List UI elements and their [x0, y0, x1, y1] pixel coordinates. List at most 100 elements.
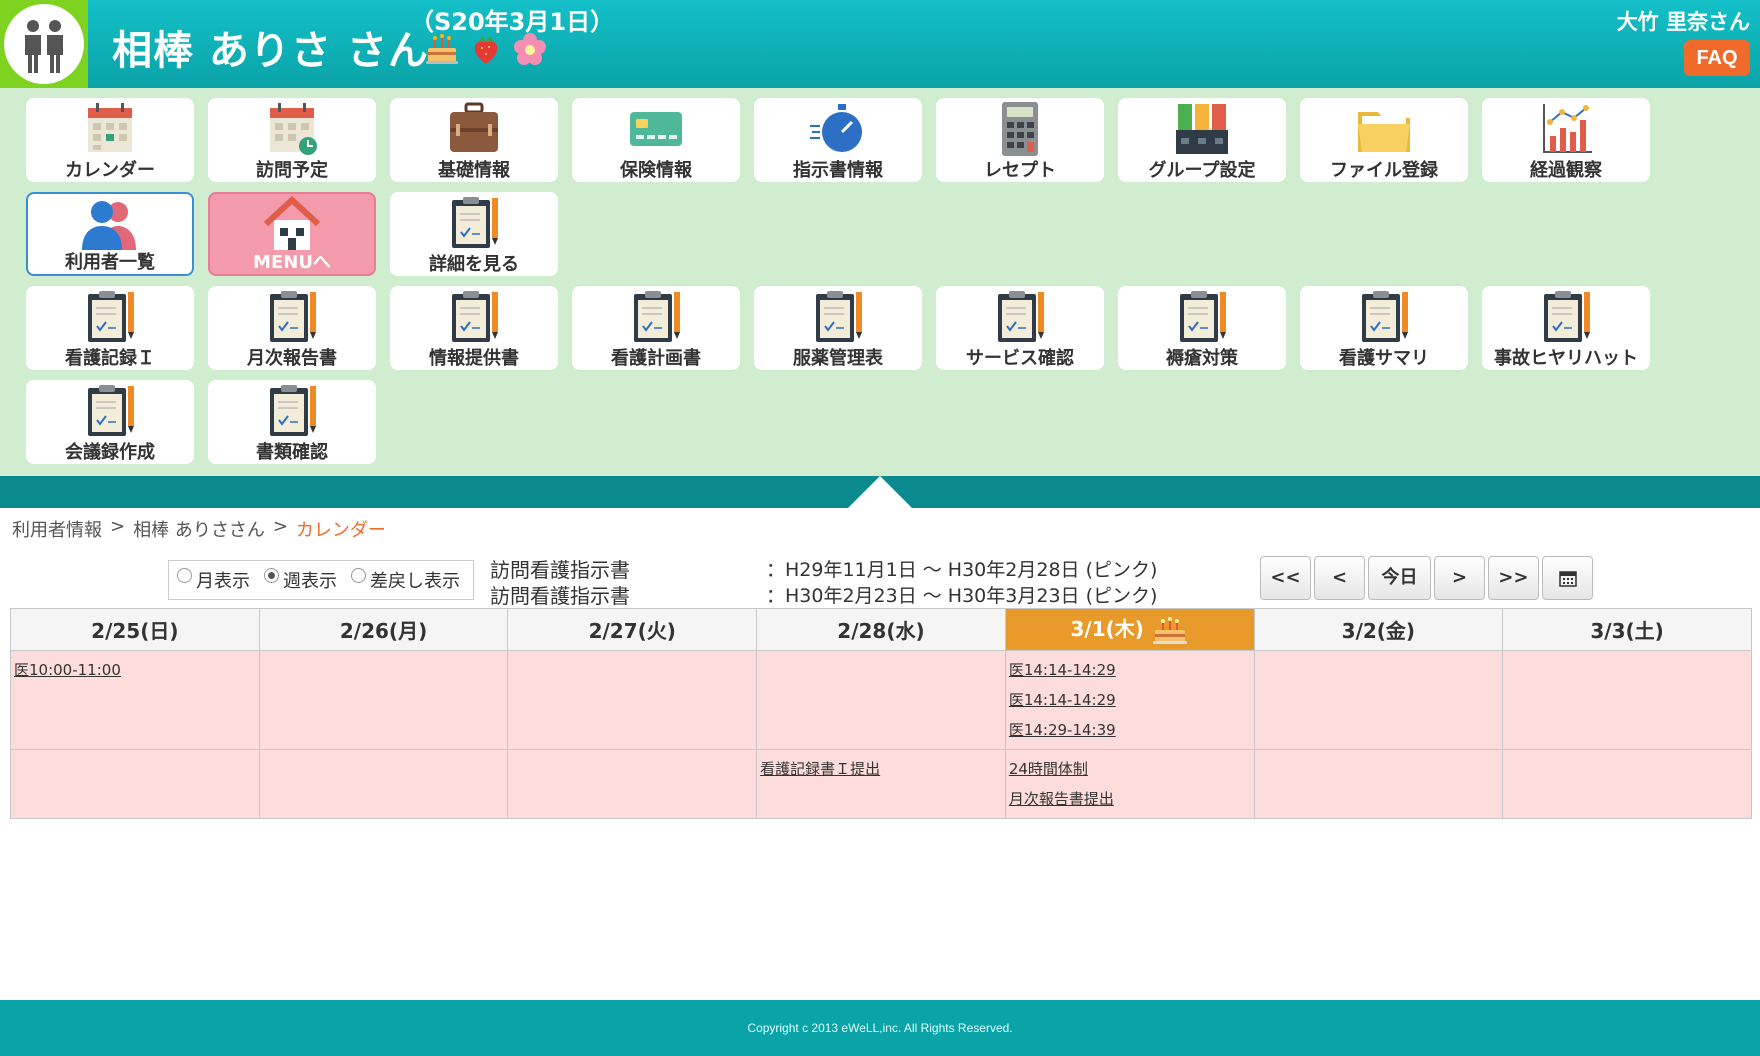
menu-service-check-button[interactable]: サービス確認	[936, 286, 1104, 370]
people-logo-icon[interactable]	[4, 4, 84, 84]
week-calendar: 2/25(日) 2/26(月) 2/27(火) 2/28(水) 3/1(木) 3…	[10, 608, 1752, 819]
week-view-option[interactable]: 週表示	[264, 567, 337, 593]
menu-group-settings-button[interactable]: グループ設定	[1118, 98, 1286, 182]
month-view-option[interactable]: 月表示	[177, 567, 250, 593]
menu-label: 褥瘡対策	[1166, 348, 1238, 369]
clipboard-icon	[1544, 291, 1590, 342]
menu-label: 服薬管理表	[793, 348, 883, 369]
menu-visit-schedule-button[interactable]: 訪問予定	[208, 98, 376, 182]
clipboard-icon	[452, 291, 498, 342]
menu-file-register-button[interactable]: ファイル登録	[1300, 98, 1468, 182]
month-view-label: 月表示	[196, 571, 250, 592]
clipboard-icon	[1362, 291, 1408, 342]
menu-label: MENUへ	[253, 252, 331, 273]
menu-label: 指示書情報	[793, 160, 883, 181]
calendar-header-row: 2/25(日) 2/26(月) 2/27(火) 2/28(水) 3/1(木) 3…	[10, 608, 1752, 651]
menu-receipt-button[interactable]: レセプト	[936, 98, 1104, 182]
menu-info-provision-button[interactable]: 情報提供書	[390, 286, 558, 370]
birthday-icons	[424, 32, 548, 66]
menu-nursing-plan-button[interactable]: 看護計画書	[572, 286, 740, 370]
day-cell[interactable]	[1253, 749, 1504, 819]
menu-user-list-button[interactable]: 利用者一覧	[26, 192, 194, 276]
day-cell[interactable]	[1502, 650, 1752, 750]
collapse-notch[interactable]	[848, 476, 912, 508]
day-cell[interactable]	[1253, 650, 1504, 750]
day-cell[interactable]	[507, 650, 758, 750]
breadcrumb-patient[interactable]: 相棒 ありささん	[133, 516, 265, 542]
breadcrumb-user-info[interactable]: 利用者情報	[12, 516, 102, 542]
menu-instruction-info-button[interactable]: 指示書情報	[754, 98, 922, 182]
menu-label: 経過観察	[1530, 160, 1602, 181]
returned-view-option[interactable]: 差戻し表示	[351, 567, 460, 593]
menu-calendar-button[interactable]: カレンダー	[26, 98, 194, 182]
faq-button[interactable]: FAQ	[1684, 40, 1750, 76]
menu-minutes-button[interactable]: 会議録作成	[26, 380, 194, 464]
day-cell[interactable]	[258, 650, 509, 750]
menu-label: 訪問予定	[256, 160, 328, 181]
menu-details-button[interactable]: 詳細を見る	[390, 192, 558, 276]
prev-week-button[interactable]: <	[1314, 556, 1365, 600]
breadcrumb: 利用者情報 > 相棒 ありささん > カレンダー	[12, 516, 386, 542]
day-cell[interactable]	[507, 749, 758, 819]
menu-label: 利用者一覧	[65, 252, 155, 273]
visit-event-link[interactable]: 医10:00-11:00	[14, 655, 256, 685]
visit-event-link[interactable]: 医14:14-14:29	[1009, 685, 1251, 715]
menu-panel: カレンダー 訪問予定 基礎情報 保険情報 指示書情報 レセプト グループ設定 フ…	[0, 88, 1760, 476]
day-cell[interactable]	[1502, 749, 1752, 819]
task-row: 看護記録書Ｉ提出 24時間体制 月次報告書提出	[10, 749, 1752, 819]
copyright-text: Copyright c 2013 eWeLL,inc. All Rights R…	[747, 1021, 1013, 1035]
returned-view-radio[interactable]	[351, 567, 366, 583]
day-cell[interactable]: 24時間体制 月次報告書提出	[1004, 749, 1255, 819]
cake-icon	[1152, 616, 1187, 644]
menu-label: 基礎情報	[438, 160, 510, 181]
menu-insurance-info-button[interactable]: 保険情報	[572, 98, 740, 182]
menu-label: サービス確認	[966, 348, 1074, 369]
task-link[interactable]: 24時間体制	[1009, 754, 1251, 784]
menu-medication-button[interactable]: 服薬管理表	[754, 286, 922, 370]
menu-document-check-button[interactable]: 書類確認	[208, 380, 376, 464]
menu-incident-report-button[interactable]: 事故ヒヤリハット	[1482, 286, 1650, 370]
task-link[interactable]: 月次報告書提出	[1009, 784, 1251, 814]
instruction-range: ：H30年2月23日 ～ H30年3月23日 (ピンク)	[766, 585, 1158, 607]
today-button[interactable]: 今日	[1368, 556, 1431, 600]
day-cell[interactable]	[258, 749, 509, 819]
week-view-radio[interactable]	[264, 567, 279, 583]
day-cell[interactable]: 看護記録書Ｉ提出	[756, 749, 1006, 819]
clipboard-icon	[816, 291, 862, 342]
menu-label: ファイル登録	[1330, 160, 1438, 181]
stopwatch-icon	[810, 104, 862, 152]
cake-icon	[426, 34, 458, 64]
next-week-button[interactable]: >	[1434, 556, 1485, 600]
today-date: 3/1(木)	[1070, 617, 1144, 642]
footer: Copyright c 2013 eWeLL,inc. All Rights R…	[0, 1000, 1760, 1056]
day-cell[interactable]	[756, 650, 1006, 750]
menu-label: 事故ヒヤリハット	[1494, 348, 1638, 369]
day-header: 2/25(日)	[10, 608, 260, 651]
task-link[interactable]: 看護記録書Ｉ提出	[760, 754, 1002, 784]
menu-basic-info-button[interactable]: 基礎情報	[390, 98, 558, 182]
house-icon	[263, 196, 321, 250]
menu-nursing-summary-button[interactable]: 看護サマリ	[1300, 286, 1468, 370]
date-picker-button[interactable]	[1542, 556, 1593, 600]
clipboard-icon	[998, 291, 1044, 342]
menu-label: 看護記録Ｉ	[65, 348, 155, 369]
menu-monthly-report-button[interactable]: 月次報告書	[208, 286, 376, 370]
visit-event-link[interactable]: 医14:29-14:39	[1009, 715, 1251, 745]
clipboard-icon	[452, 197, 498, 248]
day-header: 3/3(土)	[1502, 608, 1752, 651]
menu-nursing-record-button[interactable]: 看護記録Ｉ	[26, 286, 194, 370]
menu-home-button[interactable]: MENUへ	[208, 192, 376, 276]
logo-box	[0, 0, 88, 88]
clipboard-icon	[270, 385, 316, 436]
first-page-button[interactable]: <<	[1260, 556, 1311, 600]
clipboard-icon	[1180, 291, 1226, 342]
month-view-radio[interactable]	[177, 567, 192, 583]
menu-pressure-ulcer-button[interactable]: 褥瘡対策	[1118, 286, 1286, 370]
visit-event-link[interactable]: 医14:14-14:29	[1009, 655, 1251, 685]
last-page-button[interactable]: >>	[1488, 556, 1539, 600]
day-cell[interactable]: 医14:14-14:29 医14:14-14:29 医14:29-14:39	[1004, 650, 1255, 750]
day-cell[interactable]: 医10:00-11:00	[10, 650, 260, 750]
menu-progress-observation-button[interactable]: 経過観察	[1482, 98, 1650, 182]
day-cell[interactable]	[10, 749, 260, 819]
app-header: 相棒 ありさ さん （S20年3月1日） 大竹 里奈さん FAQ	[0, 0, 1760, 88]
